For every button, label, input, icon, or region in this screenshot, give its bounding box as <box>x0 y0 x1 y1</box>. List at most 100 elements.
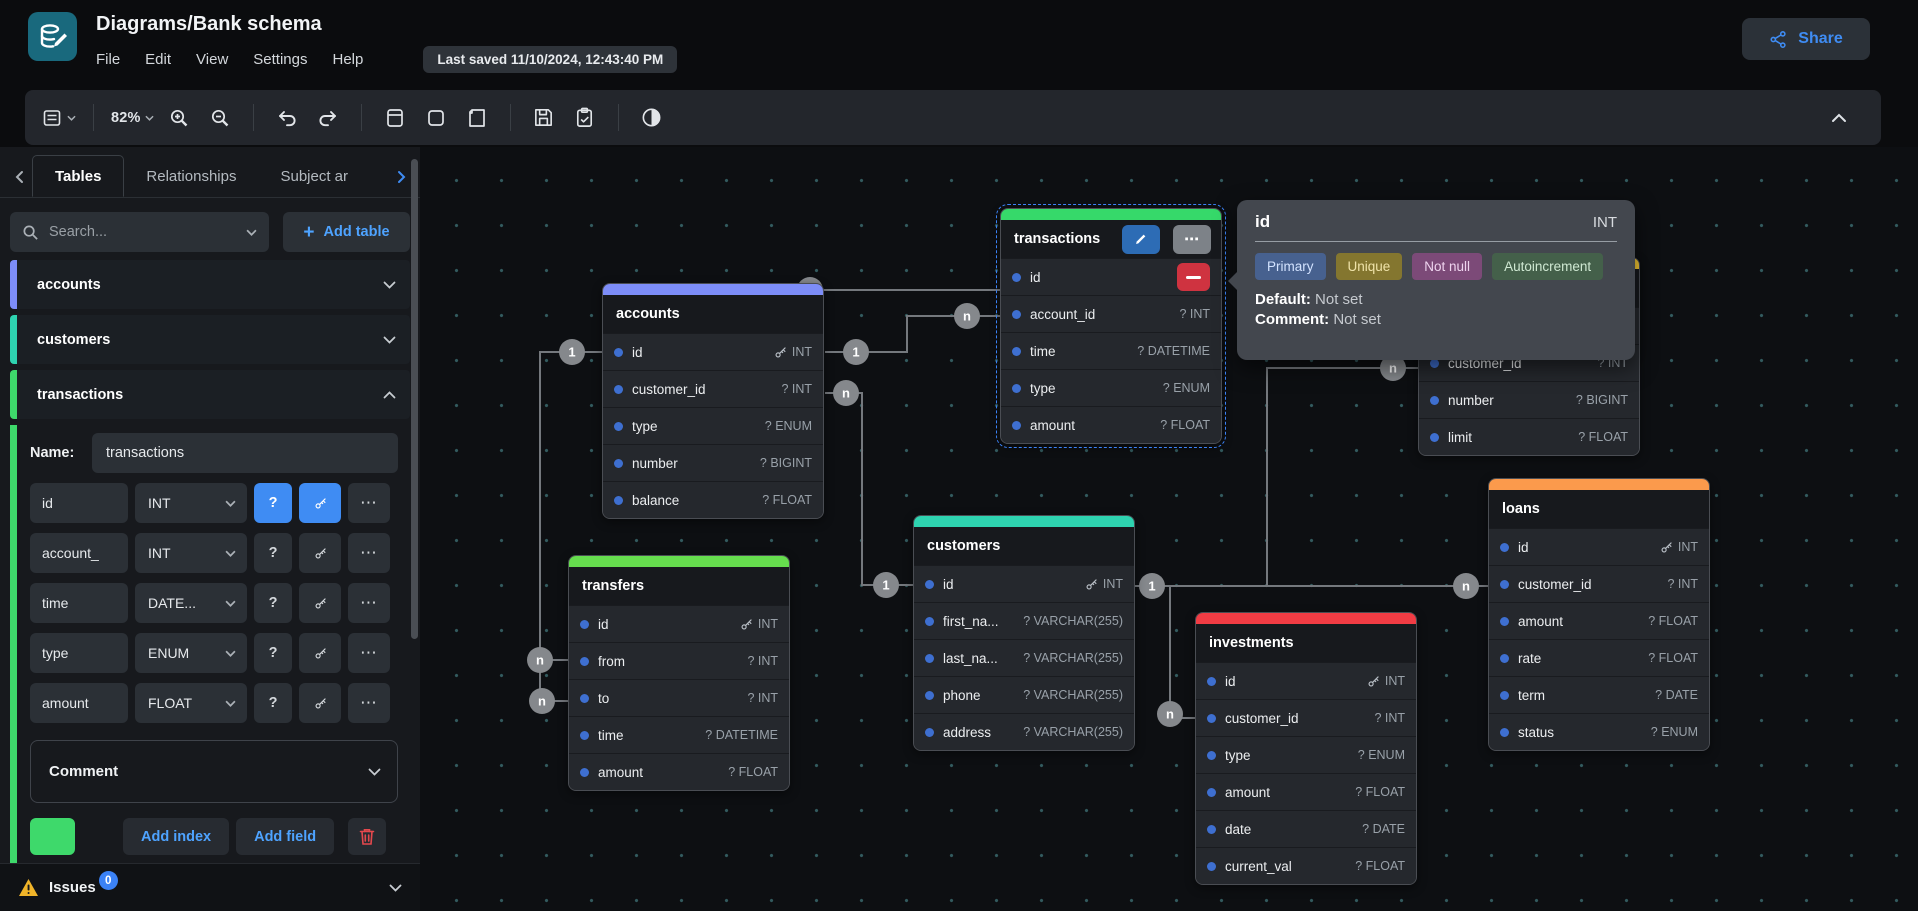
field-type-select[interactable]: DATE... <box>135 583 247 623</box>
add-table-tool-button[interactable] <box>379 100 411 136</box>
field-more-button[interactable]: ⋯ <box>348 533 390 573</box>
header-layout-button[interactable] <box>41 100 76 136</box>
nullable-toggle-button[interactable]: ? <box>254 483 292 523</box>
table-card-transactions[interactable]: transactions⋯idaccount_id? INTtime? DATE… <box>1000 208 1222 444</box>
field-name-box[interactable]: id <box>30 483 128 523</box>
field-more-button[interactable]: ⋯ <box>348 483 390 523</box>
share-button[interactable]: Share <box>1742 18 1870 60</box>
table-card-transfers[interactable]: transfersidINTfrom? INTto? INTtime? DATE… <box>568 555 790 791</box>
table-field-row[interactable]: customer_id? INT <box>603 370 823 407</box>
field-more-button[interactable]: ⋯ <box>348 683 390 723</box>
caret-down-icon[interactable] <box>246 229 257 236</box>
todo-button[interactable] <box>569 100 601 136</box>
zoom-out-button[interactable] <box>204 100 236 136</box>
field-name-box[interactable]: time <box>30 583 128 623</box>
table-field-row[interactable]: from? INT <box>569 642 789 679</box>
tab-subject-ar[interactable]: Subject ar <box>258 155 370 197</box>
table-field-row[interactable]: time? DATETIME <box>569 716 789 753</box>
primary-key-toggle-button[interactable] <box>299 683 341 723</box>
field-more-button[interactable]: ⋯ <box>348 633 390 673</box>
sidebar-scrollbar[interactable] <box>411 159 418 639</box>
tab-tables[interactable]: Tables <box>32 155 124 197</box>
field-name-box[interactable]: account_ <box>30 533 128 573</box>
field-type-select[interactable]: ENUM <box>135 633 247 673</box>
table-title-row[interactable]: customers <box>914 527 1134 565</box>
table-field-row[interactable]: rate? FLOAT <box>1489 639 1709 676</box>
table-field-row[interactable]: to? INT <box>569 679 789 716</box>
table-field-row[interactable]: phone? VARCHAR(255) <box>914 676 1134 713</box>
table-field-row[interactable]: status? ENUM <box>1489 713 1709 750</box>
field-name-box[interactable]: amount <box>30 683 128 723</box>
table-field-row[interactable]: amount? FLOAT <box>1001 406 1221 443</box>
table-field-row[interactable]: idINT <box>569 605 789 642</box>
table-title-row[interactable]: loans <box>1489 490 1709 528</box>
add-index-button[interactable]: Add index <box>123 818 229 855</box>
chevron-down-icon[interactable] <box>389 884 402 892</box>
table-field-row[interactable]: last_na...? VARCHAR(255) <box>914 639 1134 676</box>
edit-table-button[interactable] <box>1122 225 1160 254</box>
comment-collapsible[interactable]: Comment <box>30 740 398 803</box>
sidebar-item-customers[interactable]: customers <box>10 315 410 364</box>
table-field-row[interactable]: customer_id? INT <box>1196 699 1416 736</box>
table-field-row[interactable]: number? BIGINT <box>603 444 823 481</box>
menu-item-help[interactable]: Help <box>332 51 363 68</box>
menu-item-settings[interactable]: Settings <box>253 51 307 68</box>
relationship-line[interactable] <box>1267 368 1418 586</box>
add-area-tool-button[interactable] <box>420 100 452 136</box>
table-field-row[interactable]: amount? FLOAT <box>1489 602 1709 639</box>
table-field-row[interactable]: date? DATE <box>1196 810 1416 847</box>
add-table-button[interactable]: + Add table <box>283 212 410 252</box>
delete-field-button[interactable] <box>1177 263 1210 291</box>
field-more-button[interactable]: ⋯ <box>348 583 390 623</box>
tabs-scroll-left-button[interactable] <box>6 157 32 197</box>
zoom-level-button[interactable]: 82% <box>111 100 154 136</box>
table-field-row[interactable]: idINT <box>914 565 1134 602</box>
sidebar-item-accounts[interactable]: accounts <box>10 260 410 309</box>
add-field-button[interactable]: Add field <box>236 818 334 855</box>
table-field-row[interactable]: limit? FLOAT <box>1419 418 1639 455</box>
nullable-toggle-button[interactable]: ? <box>254 583 292 623</box>
table-title-row[interactable]: accounts <box>603 295 823 333</box>
table-field-row[interactable]: term? DATE <box>1489 676 1709 713</box>
tab-relationships[interactable]: Relationships <box>124 155 258 197</box>
table-field-row[interactable]: account_id? INT <box>1001 295 1221 332</box>
nullable-toggle-button[interactable]: ? <box>254 633 292 673</box>
table-card-accounts[interactable]: accountsidINTcustomer_id? INTtype? ENUMn… <box>602 283 824 519</box>
search-input[interactable] <box>49 224 236 240</box>
table-field-row[interactable]: type? ENUM <box>603 407 823 444</box>
table-field-row[interactable]: type? ENUM <box>1196 736 1416 773</box>
issues-bar[interactable]: Issues 0 <box>0 863 420 911</box>
primary-key-toggle-button[interactable] <box>299 583 341 623</box>
menu-item-view[interactable]: View <box>196 51 228 68</box>
table-field-row[interactable]: amount? FLOAT <box>1196 773 1416 810</box>
nullable-toggle-button[interactable]: ? <box>254 533 292 573</box>
table-title-row[interactable]: transfers <box>569 567 789 605</box>
table-field-row[interactable]: first_na...? VARCHAR(255) <box>914 602 1134 639</box>
field-type-select[interactable]: INT <box>135 483 247 523</box>
nullable-toggle-button[interactable]: ? <box>254 683 292 723</box>
save-button[interactable] <box>528 100 560 136</box>
primary-key-toggle-button[interactable] <box>299 633 341 673</box>
menu-item-edit[interactable]: Edit <box>145 51 171 68</box>
table-title-row[interactable]: investments <box>1196 624 1416 662</box>
field-type-select[interactable]: FLOAT <box>135 683 247 723</box>
diagram-canvas[interactable]: 1nn1nn1n1nnn customer_id? INTnumber? BIG… <box>420 147 1918 911</box>
primary-key-toggle-button[interactable] <box>299 533 341 573</box>
table-field-row[interactable]: balance? FLOAT <box>603 481 823 518</box>
table-card-customers[interactable]: customersidINTfirst_na...? VARCHAR(255)l… <box>913 515 1135 751</box>
add-note-tool-button[interactable] <box>461 100 493 136</box>
sidebar-item-transactions[interactable]: transactions <box>10 370 410 419</box>
menu-item-file[interactable]: File <box>96 51 120 68</box>
chevron-down-icon[interactable] <box>383 281 396 289</box>
zoom-in-button[interactable] <box>163 100 195 136</box>
table-title-row[interactable]: transactions⋯ <box>1001 220 1221 258</box>
table-more-button[interactable]: ⋯ <box>1173 225 1211 254</box>
table-name-input[interactable] <box>92 433 398 473</box>
table-field-row[interactable]: idINT <box>603 333 823 370</box>
table-field-row[interactable]: current_val? FLOAT <box>1196 847 1416 884</box>
chevron-down-icon[interactable] <box>383 336 396 344</box>
table-field-row[interactable]: idINT <box>1196 662 1416 699</box>
redo-button[interactable] <box>312 100 344 136</box>
field-type-select[interactable]: INT <box>135 533 247 573</box>
table-field-row[interactable]: time? DATETIME <box>1001 332 1221 369</box>
